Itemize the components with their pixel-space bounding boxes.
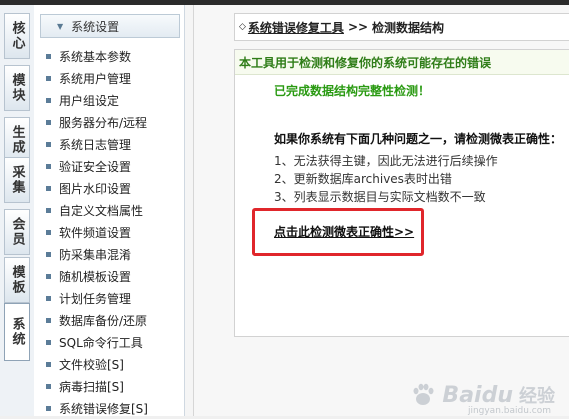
bullet-icon [46, 295, 51, 301]
diamond-icon: ◇ [239, 22, 246, 32]
sidebar-item-watermark[interactable]: 图片水印设置 [46, 177, 182, 199]
bullet-icon [46, 383, 51, 389]
sidebar-item-random-template[interactable]: 随机模板设置 [46, 265, 182, 287]
tab-templates[interactable]: 模板 [4, 257, 30, 303]
sidebar-item-sql-tool[interactable]: SQL命令行工具 [46, 331, 182, 353]
main-content: ◇ 系统错误修复工具 >> 检测数据结构 本工具用于检测和修复你的系统可能存在的… [194, 5, 569, 416]
bullet-icon [46, 405, 51, 411]
tool-panel: 本工具用于检测和修复你的系统可能存在的错误 已完成数据结构完整性检测！ 如果你系… [234, 49, 569, 337]
issue-item: 1、无法获得主键，因此无法进行后续操作 [274, 154, 498, 168]
bullet-icon [46, 141, 51, 147]
bullet-icon [46, 251, 51, 257]
sidebar-header[interactable]: ▼ 系统设置 [40, 14, 180, 38]
bullet-icon [46, 53, 51, 59]
bullet-icon [46, 97, 51, 103]
watermark-url: jingyan.baidu.com [467, 406, 551, 416]
sidebar: ▼ 系统设置 系统基本参数 系统用户管理 用户组设定 服务器分布/远程 系统日志… [34, 5, 185, 416]
vertical-tab-bar: 核心 模块 生成 采集 会员 模板 系统 [0, 5, 35, 416]
tab-members[interactable]: 会员 [4, 209, 30, 255]
issues-title: 如果你系统有下面几种问题之一，请检测微表正确性： [274, 132, 563, 146]
sidebar-menu: 系统基本参数 系统用户管理 用户组设定 服务器分布/远程 系统日志管理 验证安全… [46, 45, 182, 419]
bullet-icon [46, 119, 51, 125]
bullet-icon [46, 361, 51, 367]
issue-item: 2、更新数据库archives表时出错 [274, 172, 452, 186]
breadcrumb-current: 检测数据结构 [372, 20, 445, 35]
check-table-link[interactable]: 点击此检测微表正确性>> [274, 223, 414, 240]
paw-icon [413, 383, 434, 405]
bullet-icon [46, 185, 51, 191]
breadcrumb: ◇ 系统错误修复工具 >> 检测数据结构 [234, 13, 569, 41]
sidebar-item-scheduled-tasks[interactable]: 计划任务管理 [46, 287, 182, 309]
tab-modules[interactable]: 模块 [4, 65, 30, 111]
sidebar-item-basic-params[interactable]: 系统基本参数 [46, 45, 182, 67]
frame-splitter[interactable] [185, 5, 194, 416]
sidebar-item-user-management[interactable]: 系统用户管理 [46, 67, 182, 89]
tab-core[interactable]: 核心 [4, 13, 30, 59]
sidebar-item-custom-attributes[interactable]: 自定义文档属性 [46, 199, 182, 221]
sidebar-item-software-channel[interactable]: 软件频道设置 [46, 221, 182, 243]
sidebar-item-file-check[interactable]: 文件校验[S] [46, 353, 182, 375]
sidebar-header-label: 系统设置 [71, 19, 120, 34]
panel-header: 本工具用于检测和修复你的系统可能存在的错误 [235, 50, 569, 75]
breadcrumb-separator: >> [347, 20, 369, 34]
bullet-icon [46, 75, 51, 81]
bullet-icon [46, 229, 51, 235]
triangle-down-icon: ▼ [57, 21, 64, 31]
sidebar-item-virus-scan[interactable]: 病毒扫描[S] [46, 375, 182, 397]
sidebar-item-db-backup[interactable]: 数据库备份/还原 [46, 309, 182, 331]
watermark-brand: Baidu [442, 382, 513, 408]
breadcrumb-tool-link[interactable]: 系统错误修复工具 [248, 19, 344, 36]
issue-item: 3、列表显示数据目与实际文档数不一致 [274, 190, 486, 204]
watermark-product: 经验 [519, 386, 555, 407]
sidebar-item-anti-scrape[interactable]: 防采集串混淆 [46, 243, 182, 265]
watermark: Baidu 经验 [410, 382, 555, 408]
success-message: 已完成数据结构完整性检测！ [274, 84, 431, 98]
sidebar-item-user-groups[interactable]: 用户组设定 [46, 89, 182, 111]
tab-collect[interactable]: 采集 [4, 157, 30, 203]
bullet-icon [46, 339, 51, 345]
sidebar-item-server-distribution[interactable]: 服务器分布/远程 [46, 111, 182, 133]
bullet-icon [46, 207, 51, 213]
sidebar-item-security[interactable]: 验证安全设置 [46, 155, 182, 177]
sidebar-item-system-log[interactable]: 系统日志管理 [46, 133, 182, 155]
tab-system[interactable]: 系统 [4, 303, 30, 361]
bullet-icon [46, 317, 51, 323]
bullet-icon [46, 163, 51, 169]
bullet-icon [46, 273, 51, 279]
